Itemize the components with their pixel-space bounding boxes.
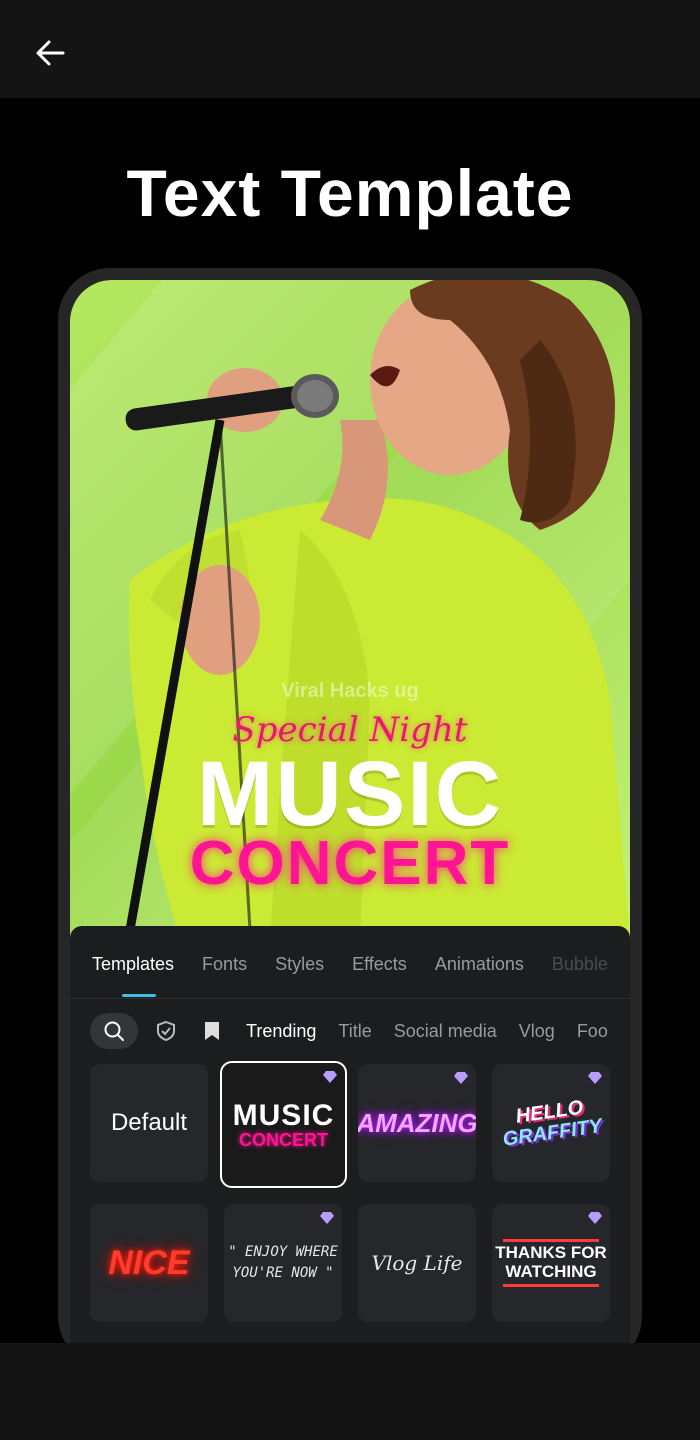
tabs-divider	[70, 998, 630, 999]
tab-styles[interactable]: Styles	[275, 954, 324, 994]
chip-food[interactable]: Foo	[577, 1021, 608, 1042]
premium-gem-icon	[323, 1071, 337, 1083]
text-template-panel: Templates Fonts Styles Effects Animation…	[70, 926, 630, 1343]
active-tab-indicator	[122, 994, 156, 997]
template-preview: MUSIC CONCERT	[232, 1098, 335, 1150]
tab-fonts[interactable]: Fonts	[202, 954, 247, 994]
template-thanks-for-watching[interactable]: THANKS FOR WATCHING	[492, 1204, 610, 1322]
premium-gem-icon	[320, 1212, 334, 1224]
divider	[502, 1239, 599, 1243]
template-line-1: MUSIC	[232, 1098, 335, 1132]
template-nice[interactable]: NICE	[90, 1204, 208, 1322]
template-hello-graffity[interactable]: HELLO GRAFFITY	[492, 1064, 610, 1182]
divider	[502, 1283, 599, 1287]
template-line-1: THANKS FOR	[495, 1243, 607, 1263]
favorites-filter[interactable]	[154, 1019, 178, 1043]
template-label: Vlog Life	[371, 1251, 463, 1275]
template-vlog-life[interactable]: Vlog Life	[358, 1204, 476, 1322]
phone-screen: Viral Hacks ug Special Night MUSIC CONCE…	[70, 280, 630, 1343]
template-preview: " ENJOY WHERE YOU'RE NOW "	[228, 1242, 338, 1284]
bookmark-icon	[205, 1022, 219, 1040]
video-preview[interactable]: Viral Hacks ug Special Night MUSIC CONCE…	[70, 280, 630, 940]
template-line-1: " ENJOY WHERE	[228, 1244, 338, 1260]
template-amazing[interactable]: AMAZING	[358, 1064, 476, 1182]
overlay-title-concert[interactable]: CONCERT	[70, 828, 630, 899]
template-preview: HELLO GRAFFITY	[499, 1095, 603, 1150]
template-line-2: WATCHING	[505, 1262, 597, 1281]
search-icon	[104, 1021, 124, 1041]
template-label: NICE	[108, 1243, 190, 1282]
filter-row: Trending Title Social media Vlog Foo	[90, 1011, 630, 1051]
premium-gem-icon	[454, 1072, 468, 1084]
top-bar	[0, 0, 700, 98]
category-tabs: Templates Fonts Styles Effects Animation…	[92, 954, 630, 994]
chip-social-media[interactable]: Social media	[394, 1021, 497, 1042]
template-label: AMAZING	[358, 1107, 476, 1138]
template-line-2: CONCERT	[238, 1129, 328, 1150]
template-music-concert[interactable]: MUSIC CONCERT	[220, 1061, 347, 1188]
shield-check-icon	[157, 1020, 175, 1042]
template-preview: THANKS FOR WATCHING	[495, 1237, 607, 1288]
back-button[interactable]	[30, 33, 70, 73]
premium-gem-icon	[588, 1212, 602, 1224]
template-line-2: YOU'RE NOW "	[232, 1265, 334, 1281]
tab-effects[interactable]: Effects	[352, 954, 407, 994]
chip-title[interactable]: Title	[338, 1021, 371, 1042]
chip-trending[interactable]: Trending	[246, 1021, 316, 1042]
arrow-left-icon	[36, 40, 65, 66]
tab-animations[interactable]: Animations	[435, 954, 524, 994]
template-enjoy[interactable]: " ENJOY WHERE YOU'RE NOW "	[224, 1204, 342, 1322]
page-title: Text Template	[126, 156, 574, 230]
bottom-bar	[0, 1343, 700, 1440]
template-label: Default	[110, 1109, 188, 1136]
saved-filter[interactable]	[200, 1019, 224, 1043]
chip-vlog[interactable]: Vlog	[519, 1021, 555, 1042]
template-default[interactable]: Default	[90, 1064, 208, 1182]
tab-templates[interactable]: Templates	[92, 954, 174, 994]
tab-bubble[interactable]: Bubble	[552, 954, 608, 994]
watermark-text: Viral Hacks ug	[281, 680, 419, 702]
search-button[interactable]	[90, 1013, 138, 1049]
premium-gem-icon	[588, 1072, 602, 1084]
